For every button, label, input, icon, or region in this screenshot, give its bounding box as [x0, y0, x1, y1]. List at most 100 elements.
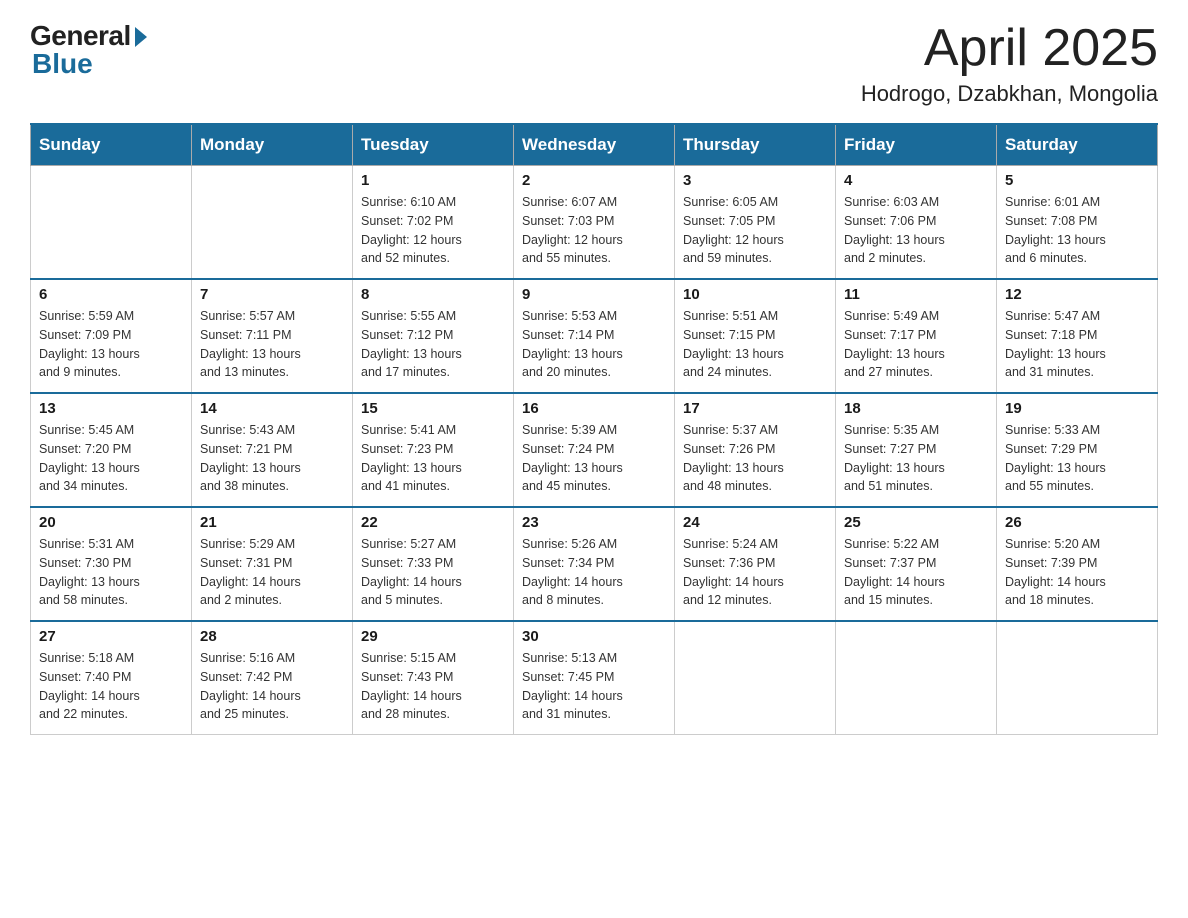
- day-number: 20: [39, 514, 183, 531]
- header-day-monday: Monday: [192, 124, 353, 166]
- calendar-cell: 14 Sunrise: 5:43 AM Sunset: 7:21 PM Dayli…: [192, 393, 353, 507]
- location-title: Hodrogo, Dzabkhan, Mongolia: [861, 81, 1158, 107]
- day-number: 14: [200, 400, 344, 417]
- calendar-cell: 1 Sunrise: 6:10 AM Sunset: 7:02 PM Daylig…: [353, 166, 514, 280]
- calendar-cell: 11 Sunrise: 5:49 AM Sunset: 7:17 PM Dayli…: [836, 279, 997, 393]
- day-info: Sunrise: 5:43 AM Sunset: 7:21 PM Dayligh…: [200, 421, 344, 496]
- day-info: Sunrise: 5:35 AM Sunset: 7:27 PM Dayligh…: [844, 421, 988, 496]
- calendar-cell: 26Sunrise: 5:20 AM Sunset: 7:39 PM Dayli…: [997, 507, 1158, 621]
- day-number: 19: [1005, 400, 1149, 417]
- header-day-sunday: Sunday: [31, 124, 192, 166]
- calendar-week-row: 13Sunrise: 5:45 AM Sunset: 7:20 PM Dayli…: [31, 393, 1158, 507]
- calendar-cell: 23 Sunrise: 5:26 AM Sunset: 7:34 PM Dayli…: [514, 507, 675, 621]
- calendar-cell: 19 Sunrise: 5:33 AM Sunset: 7:29 PM Dayli…: [997, 393, 1158, 507]
- day-info: Sunrise: 5:31 AM Sunset: 7:30 PM Dayligh…: [39, 535, 183, 610]
- day-number: 10: [683, 286, 827, 303]
- title-area: April 2025 Hodrogo, Dzabkhan, Mongolia: [861, 20, 1158, 107]
- day-info: Sunrise: 6:07 AM Sunset: 7:03 PM Dayligh…: [522, 193, 666, 268]
- day-info: Sunrise: 5:20 AM Sunset: 7:39 PM Dayligh…: [1005, 535, 1149, 610]
- calendar-cell: [997, 621, 1158, 735]
- day-info: Sunrise: 6:03 AM Sunset: 7:06 PM Dayligh…: [844, 193, 988, 268]
- day-number: 27: [39, 628, 183, 645]
- day-number: 29: [361, 628, 505, 645]
- logo-arrow-icon: [135, 27, 147, 47]
- calendar-cell: 13Sunrise: 5:45 AM Sunset: 7:20 PM Dayli…: [31, 393, 192, 507]
- calendar-cell: 28 Sunrise: 5:16 AM Sunset: 7:42 PM Dayli…: [192, 621, 353, 735]
- day-number: 2: [522, 172, 666, 189]
- day-info: Sunrise: 5:57 AM Sunset: 7:11 PM Dayligh…: [200, 307, 344, 382]
- day-number: 4: [844, 172, 988, 189]
- day-number: 6: [39, 286, 183, 303]
- calendar-cell: 16 Sunrise: 5:39 AM Sunset: 7:24 PM Dayli…: [514, 393, 675, 507]
- page-header: General Blue April 2025 Hodrogo, Dzabkha…: [30, 20, 1158, 107]
- day-info: Sunrise: 6:05 AM Sunset: 7:05 PM Dayligh…: [683, 193, 827, 268]
- day-number: 1: [361, 172, 505, 189]
- day-number: 16: [522, 400, 666, 417]
- calendar-cell: [836, 621, 997, 735]
- day-number: 23: [522, 514, 666, 531]
- calendar-cell: 30 Sunrise: 5:13 AM Sunset: 7:45 PM Dayli…: [514, 621, 675, 735]
- calendar-cell: 25 Sunrise: 5:22 AM Sunset: 7:37 PM Dayli…: [836, 507, 997, 621]
- calendar-cell: [31, 166, 192, 280]
- day-info: Sunrise: 6:10 AM Sunset: 7:02 PM Dayligh…: [361, 193, 505, 268]
- day-info: Sunrise: 5:41 AM Sunset: 7:23 PM Dayligh…: [361, 421, 505, 496]
- calendar-cell: 5 Sunrise: 6:01 AM Sunset: 7:08 PM Daylig…: [997, 166, 1158, 280]
- day-info: Sunrise: 5:29 AM Sunset: 7:31 PM Dayligh…: [200, 535, 344, 610]
- day-number: 3: [683, 172, 827, 189]
- header-day-thursday: Thursday: [675, 124, 836, 166]
- calendar-week-row: 27 Sunrise: 5:18 AM Sunset: 7:40 PM Dayli…: [31, 621, 1158, 735]
- day-info: Sunrise: 5:16 AM Sunset: 7:42 PM Dayligh…: [200, 649, 344, 724]
- day-number: 17: [683, 400, 827, 417]
- calendar-week-row: 1 Sunrise: 6:10 AM Sunset: 7:02 PM Daylig…: [31, 166, 1158, 280]
- calendar-cell: [192, 166, 353, 280]
- calendar-cell: 12Sunrise: 5:47 AM Sunset: 7:18 PM Dayli…: [997, 279, 1158, 393]
- day-info: Sunrise: 6:01 AM Sunset: 7:08 PM Dayligh…: [1005, 193, 1149, 268]
- calendar-cell: 21Sunrise: 5:29 AM Sunset: 7:31 PM Dayli…: [192, 507, 353, 621]
- day-number: 8: [361, 286, 505, 303]
- calendar-cell: 8Sunrise: 5:55 AM Sunset: 7:12 PM Daylig…: [353, 279, 514, 393]
- calendar-table: SundayMondayTuesdayWednesdayThursdayFrid…: [30, 123, 1158, 735]
- day-number: 12: [1005, 286, 1149, 303]
- day-info: Sunrise: 5:26 AM Sunset: 7:34 PM Dayligh…: [522, 535, 666, 610]
- day-info: Sunrise: 5:22 AM Sunset: 7:37 PM Dayligh…: [844, 535, 988, 610]
- day-number: 18: [844, 400, 988, 417]
- day-number: 24: [683, 514, 827, 531]
- logo: General Blue: [30, 20, 147, 80]
- calendar-cell: 15 Sunrise: 5:41 AM Sunset: 7:23 PM Dayli…: [353, 393, 514, 507]
- day-info: Sunrise: 5:33 AM Sunset: 7:29 PM Dayligh…: [1005, 421, 1149, 496]
- day-number: 30: [522, 628, 666, 645]
- calendar-cell: 22Sunrise: 5:27 AM Sunset: 7:33 PM Dayli…: [353, 507, 514, 621]
- day-number: 5: [1005, 172, 1149, 189]
- day-info: Sunrise: 5:49 AM Sunset: 7:17 PM Dayligh…: [844, 307, 988, 382]
- calendar-cell: 3 Sunrise: 6:05 AM Sunset: 7:05 PM Daylig…: [675, 166, 836, 280]
- day-info: Sunrise: 5:24 AM Sunset: 7:36 PM Dayligh…: [683, 535, 827, 610]
- day-number: 11: [844, 286, 988, 303]
- calendar-cell: 27 Sunrise: 5:18 AM Sunset: 7:40 PM Dayli…: [31, 621, 192, 735]
- day-info: Sunrise: 5:39 AM Sunset: 7:24 PM Dayligh…: [522, 421, 666, 496]
- logo-blue-text: Blue: [32, 48, 93, 80]
- day-number: 15: [361, 400, 505, 417]
- header-day-wednesday: Wednesday: [514, 124, 675, 166]
- day-number: 28: [200, 628, 344, 645]
- calendar-week-row: 6 Sunrise: 5:59 AM Sunset: 7:09 PM Daylig…: [31, 279, 1158, 393]
- calendar-cell: 6 Sunrise: 5:59 AM Sunset: 7:09 PM Daylig…: [31, 279, 192, 393]
- day-number: 7: [200, 286, 344, 303]
- day-info: Sunrise: 5:27 AM Sunset: 7:33 PM Dayligh…: [361, 535, 505, 610]
- calendar-cell: 24 Sunrise: 5:24 AM Sunset: 7:36 PM Dayli…: [675, 507, 836, 621]
- calendar-cell: 7 Sunrise: 5:57 AM Sunset: 7:11 PM Daylig…: [192, 279, 353, 393]
- day-info: Sunrise: 5:18 AM Sunset: 7:40 PM Dayligh…: [39, 649, 183, 724]
- day-number: 13: [39, 400, 183, 417]
- calendar-cell: 10Sunrise: 5:51 AM Sunset: 7:15 PM Dayli…: [675, 279, 836, 393]
- calendar-week-row: 20 Sunrise: 5:31 AM Sunset: 7:30 PM Dayli…: [31, 507, 1158, 621]
- day-info: Sunrise: 5:13 AM Sunset: 7:45 PM Dayligh…: [522, 649, 666, 724]
- calendar-cell: 2 Sunrise: 6:07 AM Sunset: 7:03 PM Daylig…: [514, 166, 675, 280]
- calendar-cell: 9 Sunrise: 5:53 AM Sunset: 7:14 PM Daylig…: [514, 279, 675, 393]
- day-info: Sunrise: 5:53 AM Sunset: 7:14 PM Dayligh…: [522, 307, 666, 382]
- calendar-cell: [675, 621, 836, 735]
- day-info: Sunrise: 5:59 AM Sunset: 7:09 PM Dayligh…: [39, 307, 183, 382]
- calendar-cell: 17Sunrise: 5:37 AM Sunset: 7:26 PM Dayli…: [675, 393, 836, 507]
- header-day-tuesday: Tuesday: [353, 124, 514, 166]
- day-number: 9: [522, 286, 666, 303]
- header-day-saturday: Saturday: [997, 124, 1158, 166]
- day-number: 25: [844, 514, 988, 531]
